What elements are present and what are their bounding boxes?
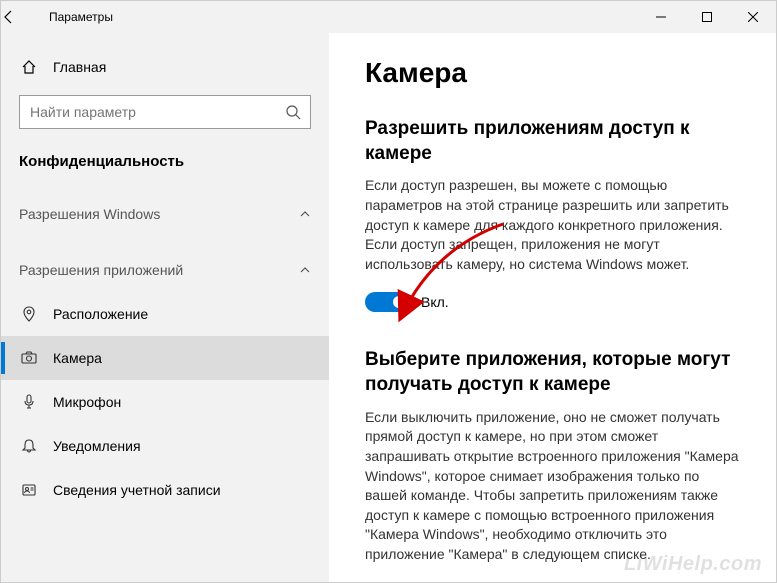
maximize-button[interactable] [684, 1, 730, 33]
microphone-icon [19, 394, 39, 410]
chevron-up-icon [299, 264, 311, 276]
sidebar-item-label: Микрофон [53, 394, 121, 410]
home-link[interactable]: Главная [1, 51, 329, 89]
sidebar-item-microphone[interactable]: Микрофон [1, 380, 329, 424]
toggle-label: Вкл. [421, 294, 449, 310]
group-windows-permissions[interactable]: Разрешения Windows [1, 192, 329, 236]
chevron-up-icon [299, 208, 311, 220]
camera-access-toggle[interactable] [365, 292, 409, 312]
window-controls [638, 1, 776, 33]
account-icon [19, 482, 39, 498]
bell-icon [19, 438, 39, 454]
titlebar: Параметры [1, 1, 776, 33]
section-heading-allow: Разрешить приложениям доступ к камере [365, 117, 740, 166]
search-icon [285, 104, 301, 120]
current-section-label: Конфиденциальность [1, 145, 329, 192]
minimize-button[interactable] [638, 1, 684, 33]
location-icon [19, 306, 39, 322]
sidebar-item-notifications[interactable]: Уведомления [1, 424, 329, 468]
back-button[interactable] [1, 9, 49, 25]
settings-window: Параметры Главная [0, 0, 777, 583]
search-field[interactable] [19, 95, 311, 129]
sidebar-item-label: Уведомления [53, 438, 141, 454]
watermark: LiWiHelp.com [624, 553, 762, 576]
window-body: Главная Конфиденциальность Разрешения Wi… [1, 33, 776, 582]
window-title: Параметры [49, 10, 113, 24]
sidebar-item-location[interactable]: Расположение [1, 292, 329, 336]
section-heading-choose-apps: Выберите приложения, которые могут получ… [365, 348, 740, 397]
camera-access-toggle-row: Вкл. [365, 292, 740, 312]
sidebar-item-label: Расположение [53, 306, 148, 322]
sidebar-item-label: Сведения учетной записи [53, 482, 221, 498]
home-icon [19, 59, 39, 75]
group-app-permissions[interactable]: Разрешения приложений [1, 236, 329, 292]
home-label: Главная [53, 59, 106, 75]
content-pane: Камера Разрешить приложениям доступ к ка… [329, 33, 776, 582]
group-label: Разрешения приложений [19, 262, 183, 278]
sidebar: Главная Конфиденциальность Разрешения Wi… [1, 33, 329, 582]
sidebar-item-account-info[interactable]: Сведения учетной записи [1, 468, 329, 512]
section-text-choose-apps: Если выключить приложение, оно не сможет… [365, 408, 740, 565]
sidebar-item-label: Камера [53, 350, 102, 366]
search-input[interactable] [19, 95, 311, 129]
page-title: Камера [365, 57, 740, 89]
sidebar-item-camera[interactable]: Камера [1, 336, 329, 380]
group-label: Разрешения Windows [19, 206, 160, 222]
toggle-knob [393, 296, 405, 308]
section-text-allow: Если доступ разрешен, вы можете с помощь… [365, 176, 740, 274]
camera-icon [19, 350, 39, 366]
close-button[interactable] [730, 1, 776, 33]
